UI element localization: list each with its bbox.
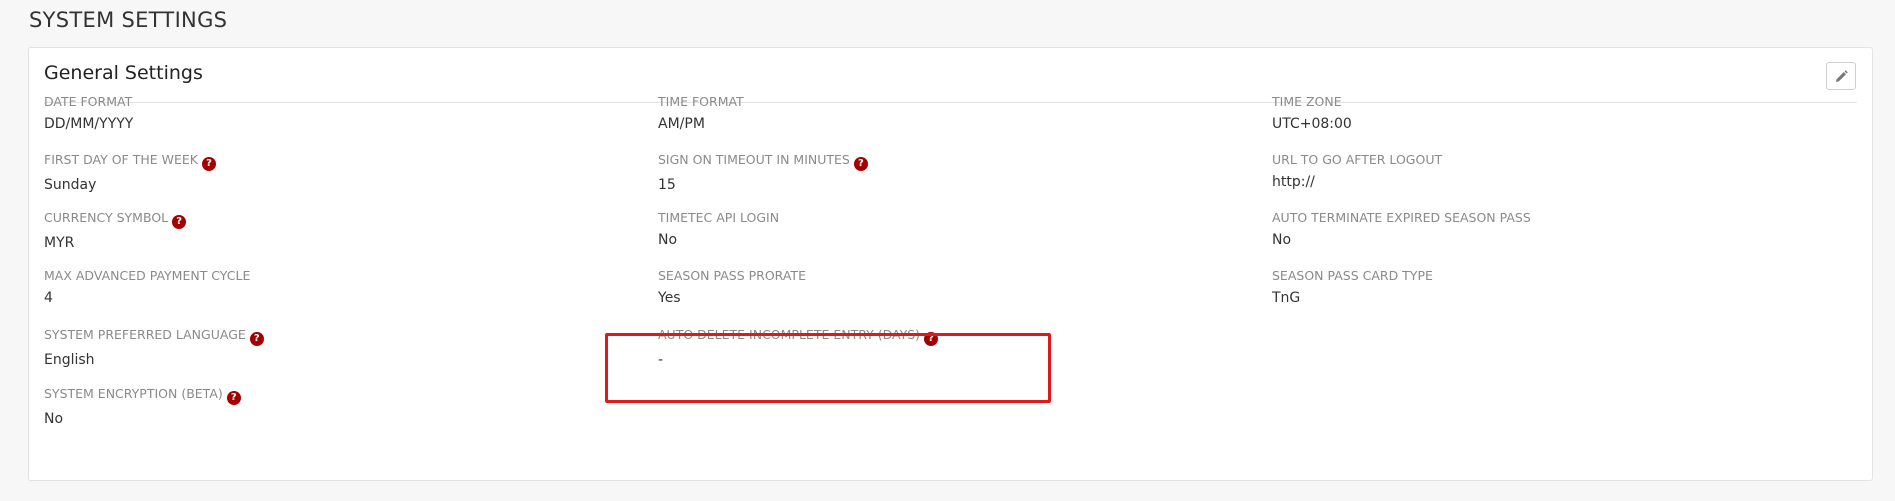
field-season-pass-prorate: SEASON PASS PRORATE Yes — [658, 268, 806, 307]
field-season-pass-card-type: SEASON PASS CARD TYPE TnG — [1272, 268, 1433, 307]
field-system-preferred-language: SYSTEM PREFERRED LANGUAGE? English — [44, 327, 264, 369]
field-label: FIRST DAY OF THE WEEK? — [44, 152, 216, 171]
field-value: AM/PM — [658, 116, 705, 132]
help-icon[interactable]: ? — [226, 391, 241, 405]
field-value: UTC+08:00 — [1272, 116, 1352, 132]
field-value: No — [44, 411, 64, 427]
field-label: DATE FORMAT — [44, 94, 133, 109]
field-label: SYSTEM PREFERRED LANGUAGE? — [44, 327, 264, 346]
help-icon[interactable]: ? — [201, 157, 216, 171]
page-title: SYSTEM SETTINGS — [29, 8, 228, 32]
field-label-text: SIGN ON TIMEOUT IN MINUTES — [658, 152, 850, 167]
field-label: TIME FORMAT — [658, 94, 744, 109]
field-max-advanced-payment-cycle: MAX ADVANCED PAYMENT CYCLE 4 — [44, 268, 250, 307]
highlight-box — [605, 333, 1051, 403]
field-system-encryption: SYSTEM ENCRYPTION (BETA)? No — [44, 386, 241, 428]
pencil-icon — [1836, 70, 1848, 82]
field-value: TnG — [1272, 290, 1301, 306]
field-label-text: SYSTEM ENCRYPTION (BETA) — [44, 386, 223, 401]
field-currency-symbol: CURRENCY SYMBOL? MYR — [44, 210, 187, 252]
help-icon[interactable]: ? — [249, 332, 264, 346]
field-value: 4 — [44, 290, 53, 306]
field-url-after-logout: URL TO GO AFTER LOGOUT http:// — [1272, 152, 1442, 191]
field-label: TIMETEC API LOGIN — [658, 210, 780, 225]
field-label: SEASON PASS PRORATE — [658, 268, 806, 283]
field-time-zone: TIME ZONE UTC+08:00 — [1272, 94, 1352, 133]
field-time-format: TIME FORMAT AM/PM — [658, 94, 744, 133]
field-label: AUTO TERMINATE EXPIRED SEASON PASS — [1272, 210, 1531, 225]
field-value: Sunday — [44, 177, 97, 193]
field-value: No — [658, 232, 678, 248]
field-date-format: DATE FORMAT DD/MM/YYYY — [44, 94, 133, 133]
field-label: SYSTEM ENCRYPTION (BETA)? — [44, 386, 241, 405]
field-value: DD/MM/YYYY — [44, 116, 134, 132]
field-label: URL TO GO AFTER LOGOUT — [1272, 152, 1443, 167]
field-value: http:// — [1272, 174, 1315, 190]
field-label: SIGN ON TIMEOUT IN MINUTES? — [658, 152, 868, 171]
general-settings-panel: General Settings DATE FORMAT DD/MM/YYYY … — [28, 47, 1873, 481]
field-label: SEASON PASS CARD TYPE — [1272, 268, 1433, 283]
field-value: English — [44, 352, 95, 368]
field-label: TIME ZONE — [1272, 94, 1342, 109]
field-label-text: CURRENCY SYMBOL — [44, 210, 169, 225]
panel-header: General Settings — [44, 48, 1857, 103]
field-value: 15 — [658, 177, 676, 193]
field-value: Yes — [658, 290, 681, 306]
help-icon[interactable]: ? — [172, 215, 187, 229]
edit-button[interactable] — [1826, 62, 1856, 90]
field-timetec-api-login: TIMETEC API LOGIN No — [658, 210, 779, 249]
field-label: MAX ADVANCED PAYMENT CYCLE — [44, 268, 251, 283]
field-label-text: SYSTEM PREFERRED LANGUAGE — [44, 327, 246, 342]
help-icon[interactable]: ? — [853, 157, 868, 171]
panel-title: General Settings — [44, 62, 203, 84]
field-auto-terminate-season-pass: AUTO TERMINATE EXPIRED SEASON PASS No — [1272, 210, 1531, 249]
field-sign-on-timeout: SIGN ON TIMEOUT IN MINUTES? 15 — [658, 152, 868, 194]
field-label-text: FIRST DAY OF THE WEEK — [44, 152, 198, 167]
field-first-day-of-week: FIRST DAY OF THE WEEK? Sunday — [44, 152, 216, 194]
field-value: No — [1272, 232, 1292, 248]
field-label: CURRENCY SYMBOL? — [44, 210, 187, 229]
field-value: MYR — [44, 235, 75, 251]
